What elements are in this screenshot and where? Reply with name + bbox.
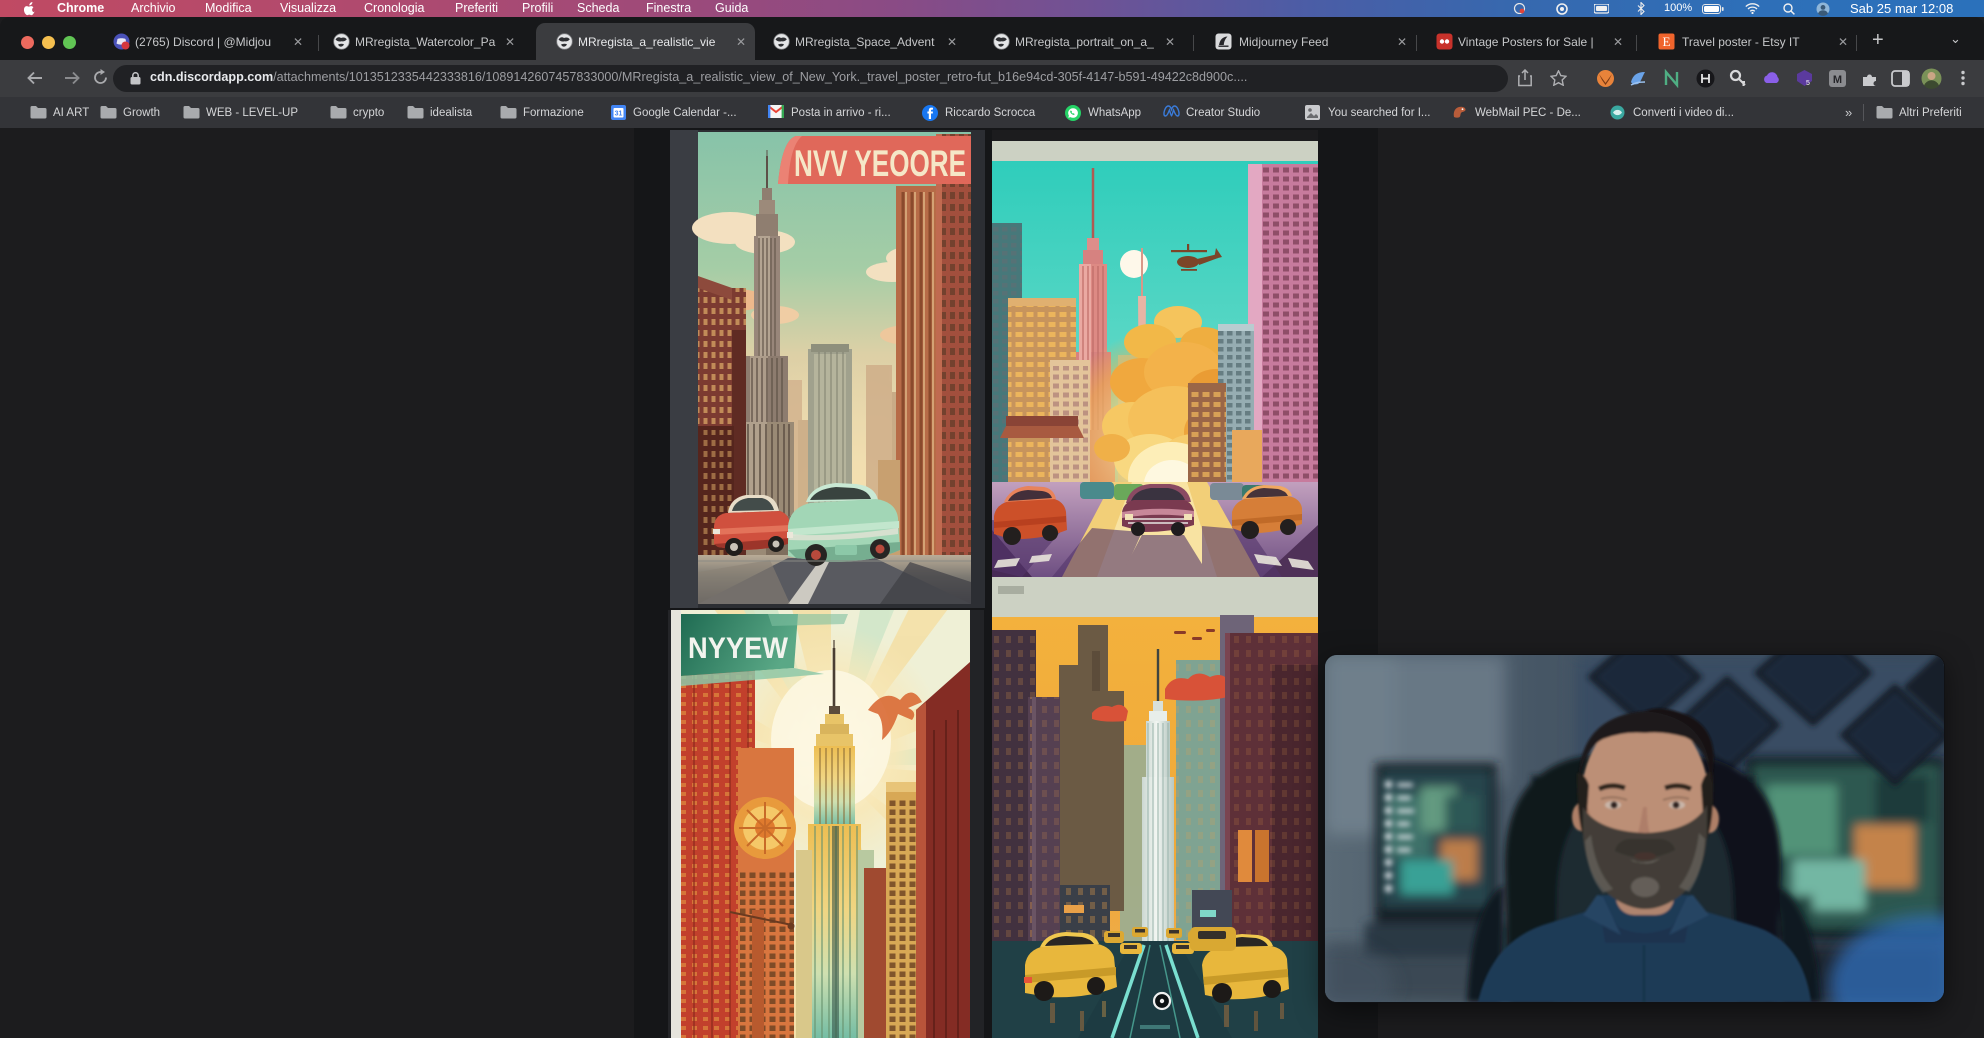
svg-text:NVV YEOORE: NVV YEOORE: [794, 143, 966, 184]
svg-text:M: M: [1833, 74, 1842, 86]
svg-text:5: 5: [1806, 80, 1810, 87]
svg-text:E: E: [1663, 34, 1671, 49]
svg-text:NYYEW: NYYEW: [688, 632, 789, 665]
svg-text:31: 31: [615, 111, 623, 118]
